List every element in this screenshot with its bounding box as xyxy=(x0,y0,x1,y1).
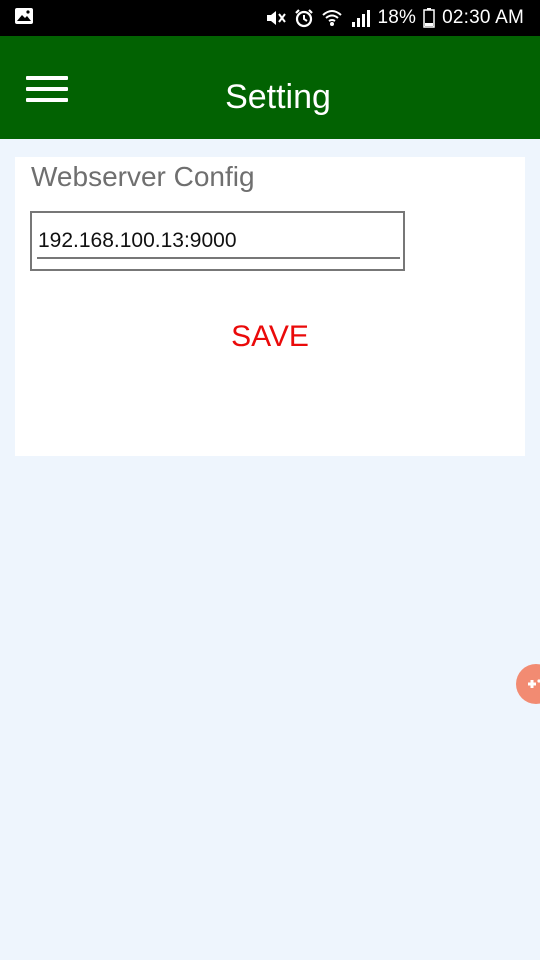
battery-percent: 18% xyxy=(377,7,417,28)
app-bar: Setting xyxy=(0,36,540,139)
status-bar: 18% 02:30 AM xyxy=(0,0,540,36)
status-right: 18% 02:30 AM xyxy=(265,7,524,29)
signal-icon xyxy=(350,8,371,28)
server-input-box xyxy=(30,211,405,271)
webserver-config-card: Webserver Config SAVE xyxy=(15,157,525,456)
mute-icon xyxy=(265,8,287,28)
page-title: Setting xyxy=(225,78,331,116)
save-button[interactable]: SAVE xyxy=(15,320,525,354)
wifi-icon xyxy=(321,8,343,28)
server-address-input[interactable] xyxy=(37,225,400,259)
clock-time: 02:30 AM xyxy=(442,7,524,28)
assistive-touch-icon[interactable] xyxy=(516,664,540,704)
battery-icon xyxy=(423,8,435,28)
alarm-icon xyxy=(294,8,314,28)
image-icon xyxy=(14,7,34,30)
status-left xyxy=(14,7,34,30)
card-title: Webserver Config xyxy=(31,161,255,192)
